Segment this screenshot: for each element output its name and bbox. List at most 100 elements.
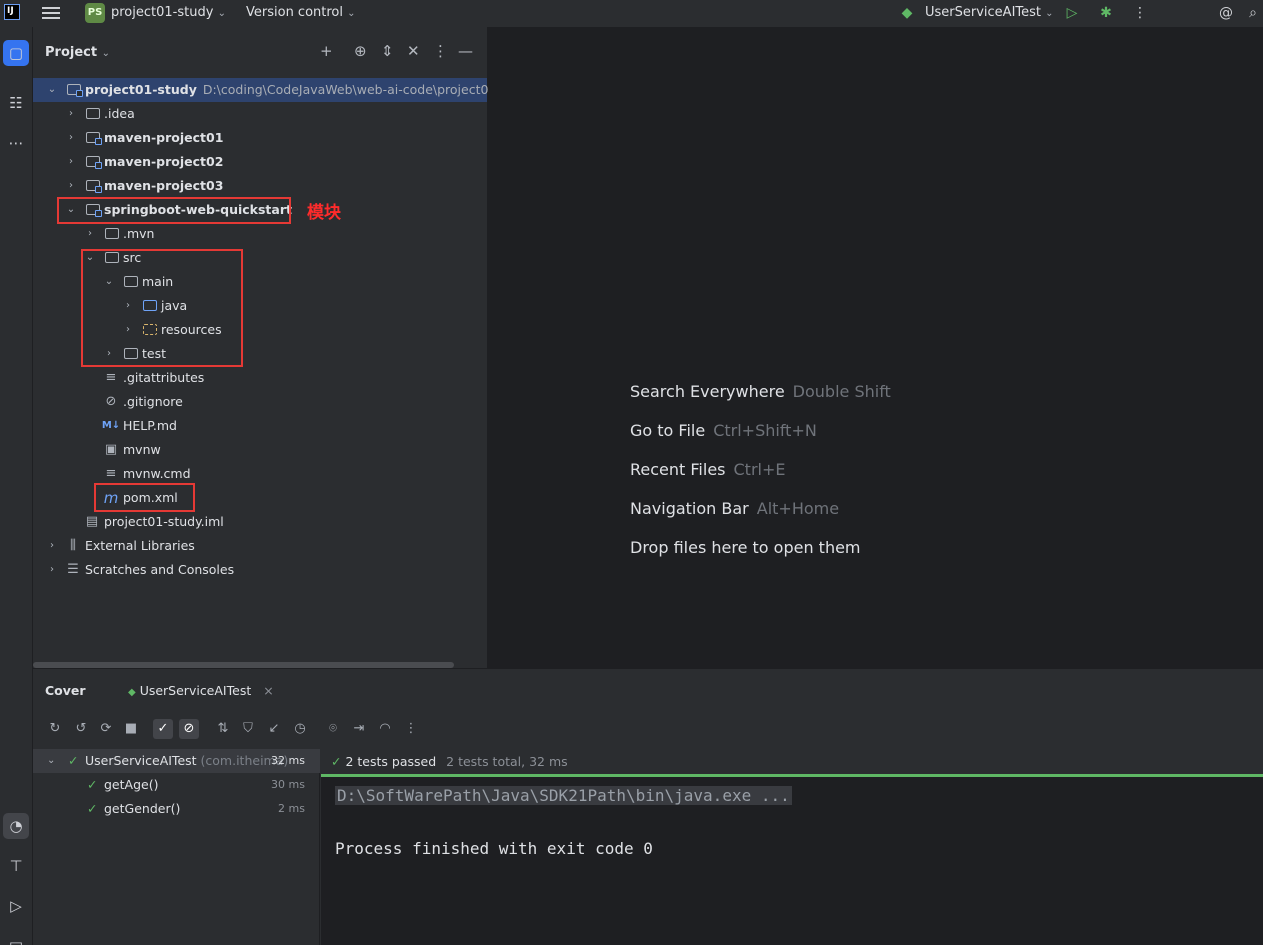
show-passed-icon[interactable]: ✓ — [153, 719, 173, 739]
rerun-icon[interactable]: ↻ — [45, 719, 65, 739]
close-icon[interactable]: × — [263, 683, 273, 698]
sort-icon[interactable]: ⇅ — [213, 719, 233, 739]
tree-row-mvn[interactable]: › .mvn — [33, 222, 487, 246]
tree-row-scratches[interactable]: › ☰ Scratches and Consoles — [33, 558, 487, 582]
export-icon[interactable]: ⇥ — [349, 719, 369, 739]
version-control-menu[interactable]: Version control ⌄ — [246, 5, 356, 20]
chevron-right-icon[interactable]: › — [65, 150, 77, 174]
chevron-right-icon[interactable]: › — [46, 534, 58, 558]
test-row-getage[interactable]: ✓ getAge() 30 ms — [33, 773, 320, 797]
hint-shortcut: Ctrl+Shift+N — [713, 421, 817, 440]
tree-row-gitignore[interactable]: ⊘ .gitignore — [33, 390, 487, 414]
markdown-file-icon: M↓ — [101, 420, 121, 431]
tab-user-service-ai-test[interactable]: ◆ UserServiceAITest × — [128, 683, 274, 698]
chevron-right-icon[interactable]: › — [65, 174, 77, 198]
tree-label: mvnw — [123, 442, 161, 457]
gauge-icon[interactable]: ◠ — [375, 719, 395, 739]
run-config-selector[interactable]: UserServiceAITest ⌄ — [925, 5, 1054, 20]
intellij-logo-icon[interactable]: IJ — [4, 4, 20, 20]
test-name: UserServiceAITest — [85, 753, 197, 768]
coverage-tool-icon[interactable]: ◔ — [3, 813, 29, 839]
main-menu-icon[interactable] — [42, 4, 60, 22]
tree-row-maven-project01[interactable]: › maven-project01 — [33, 126, 487, 150]
services-tool-icon[interactable]: ▷ — [3, 893, 29, 919]
terminal-tool-icon[interactable]: ▭ — [3, 931, 29, 945]
project-panel-title[interactable]: Project ⌄ — [45, 45, 110, 60]
history-icon[interactable]: ◷ — [290, 719, 310, 739]
console-command-line[interactable]: D:\SoftWarePath\Java\SDK21Path\bin\java.… — [335, 786, 792, 805]
module-folder-icon — [67, 84, 83, 97]
tree-label: .gitignore — [123, 394, 183, 409]
tree-row-external-libraries[interactable]: › ⫼ External Libraries — [33, 534, 487, 558]
run-icon[interactable]: ▷ — [1062, 3, 1082, 23]
import-tests-icon[interactable]: ↙ — [264, 719, 284, 739]
toggle-auto-test-icon[interactable]: ⟳ — [96, 719, 116, 739]
tree-row-maven-project02[interactable]: › maven-project02 — [33, 150, 487, 174]
run-config-label: UserServiceAITest — [925, 5, 1042, 20]
tab-cover[interactable]: Cover — [45, 683, 86, 698]
locate-icon[interactable]: ⊕ — [354, 42, 367, 62]
folder-icon — [86, 108, 100, 119]
iml-file-icon: ▤ — [85, 514, 99, 529]
annotation-label: 模块 — [307, 203, 341, 223]
hint-label: Search Everywhere — [630, 382, 785, 401]
hint-search-everywhere: Search Everywhere Double Shift — [630, 382, 891, 401]
tree-row-mvnw[interactable]: ▣ mvnw — [33, 438, 487, 462]
chevron-right-icon[interactable]: › — [65, 102, 77, 126]
tree-row-help-md[interactable]: M↓ HELP.md — [33, 414, 487, 438]
chevron-down-icon[interactable]: ⌄ — [46, 78, 58, 102]
project-path: D:\coding\CodeJavaWeb\web-ai-code\projec… — [202, 82, 521, 97]
options-icon[interactable]: ⋮ — [433, 42, 448, 62]
stop-icon[interactable]: ■ — [121, 719, 141, 739]
annotation-box-pom — [94, 483, 195, 512]
hide-panel-icon[interactable]: — — [458, 42, 473, 62]
add-icon[interactable]: + — [320, 42, 333, 62]
ai-assistant-icon[interactable]: @ — [1216, 3, 1236, 23]
shield-icon[interactable]: ⛉ — [238, 719, 258, 739]
rerun-failed-icon[interactable]: ↺ — [71, 719, 91, 739]
collapse-all-icon[interactable]: ✕ — [407, 42, 420, 62]
tree-row-project01-study[interactable]: ⌄ project01-study D:\coding\CodeJavaWeb\w… — [33, 78, 520, 102]
camera-icon[interactable]: ⌾ — [323, 719, 343, 739]
test-name: getAge() — [104, 777, 159, 792]
project-tool-icon[interactable]: ▢ — [3, 40, 29, 66]
test-duration: 2 ms — [278, 802, 305, 815]
search-icon[interactable]: ⌕ — [1243, 3, 1263, 23]
build-tool-icon[interactable]: ⊤ — [3, 853, 29, 879]
project-switcher[interactable]: project01-study ⌄ — [111, 5, 226, 20]
more-options-icon[interactable]: ⋮ — [401, 719, 421, 739]
test-row-getgender[interactable]: ✓ getGender() 2 ms — [33, 797, 320, 821]
test-row-suite[interactable]: ⌄ ✓ UserServiceAITest (com.itheima) 32 m… — [33, 749, 320, 773]
expand-all-icon[interactable]: ⇕ — [381, 42, 394, 62]
chevron-down-icon[interactable]: ⌄ — [47, 749, 55, 773]
hint-drop-files: Drop files here to open them — [630, 538, 861, 557]
tree-row-maven-project03[interactable]: › maven-project03 — [33, 174, 487, 198]
tree-row-idea[interactable]: › .idea — [33, 102, 487, 126]
console-output[interactable]: ✓ 2 tests passed 2 tests total, 32 ms D:\… — [321, 749, 1263, 945]
hint-shortcut: Double Shift — [792, 382, 891, 401]
passed-check-icon: ✓ — [68, 753, 79, 768]
tree-label: .gitattributes — [123, 370, 205, 385]
hint-label: Recent Files — [630, 460, 726, 479]
folder-icon — [105, 228, 119, 239]
debug-icon[interactable]: ✱ — [1096, 3, 1116, 23]
project-panel: Project ⌄ + ⊕ ⇕ ✕ ⋮ — ⌄ project01-study D… — [33, 27, 520, 668]
project-badge[interactable]: PS — [85, 3, 105, 23]
more-tools-icon[interactable]: ⋯ — [3, 130, 29, 156]
show-ignored-icon[interactable]: ⊘ — [179, 719, 199, 739]
structure-tool-icon[interactable]: ☷ — [3, 90, 29, 116]
chevron-right-icon[interactable]: › — [65, 126, 77, 150]
passed-check-icon: ✓ — [87, 777, 98, 792]
test-duration: 32 ms — [271, 754, 305, 767]
passed-check-icon: ✓ — [331, 754, 342, 769]
test-results-tree: ⌄ ✓ UserServiceAITest (com.itheima) 32 m… — [33, 749, 320, 945]
ignore-file-icon: ⊘ — [105, 394, 117, 409]
hint-label: Drop files here to open them — [630, 538, 861, 557]
hint-label: Go to File — [630, 421, 706, 440]
more-actions-icon[interactable]: ⋮ — [1130, 3, 1150, 23]
chevron-right-icon[interactable]: › — [46, 558, 58, 582]
tree-label: maven-project01 — [104, 130, 224, 145]
chevron-right-icon[interactable]: › — [84, 222, 96, 246]
tree-row-gitattributes[interactable]: ≡ .gitattributes — [33, 366, 487, 390]
tree-row-iml[interactable]: ▤ project01-study.iml — [33, 510, 487, 534]
